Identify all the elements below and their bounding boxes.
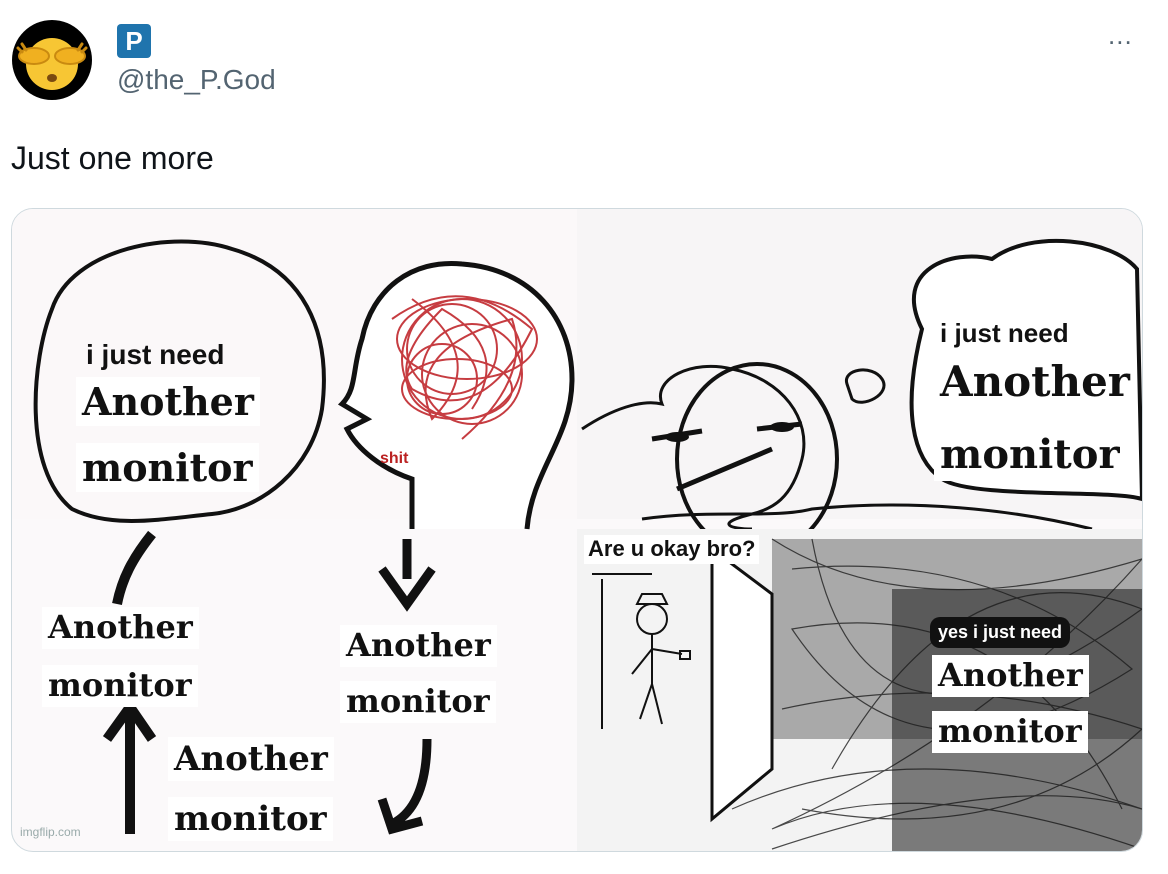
more-options-icon[interactable]: ... xyxy=(1108,20,1133,51)
panel4-answer-line1: yes i just need xyxy=(930,617,1071,649)
tweet-text: Just one more xyxy=(11,140,214,176)
panel1-thought-line3: monitor xyxy=(76,443,259,493)
panel4-answer-line3: monitor xyxy=(932,711,1088,753)
cycle-bottom-line2: monitor xyxy=(168,797,333,842)
panel1-thought-line2: Another xyxy=(76,377,260,427)
cycle-left-line2: monitor xyxy=(42,665,198,707)
cycle-left-line1: Another xyxy=(42,607,199,649)
watermark: imgflip.com xyxy=(20,825,81,839)
panel1-thought-line1: i just need xyxy=(86,339,225,370)
panel4-answer-line2: Another xyxy=(932,655,1089,697)
cycle-bottom-line1: Another xyxy=(168,737,334,782)
tweet-media-image[interactable]: i just need Another monitor shit i just … xyxy=(11,208,1143,852)
verified-badge: P xyxy=(117,24,151,58)
panel2-thought-line1: i just need xyxy=(940,318,1069,348)
panel4-question: Are u okay bro? xyxy=(584,535,760,564)
panel2-thought-line3: monitor xyxy=(934,429,1126,481)
panel2-thought-line2: Another xyxy=(934,355,1136,410)
covering-eyes-emoji-icon xyxy=(16,38,88,90)
cycle-right-line1: Another xyxy=(340,625,497,667)
avatar[interactable] xyxy=(12,20,92,100)
brain-scribble-text: shit xyxy=(380,450,409,467)
user-handle[interactable]: @the_P.God xyxy=(117,64,276,96)
cycle-right-line2: monitor xyxy=(340,681,496,723)
